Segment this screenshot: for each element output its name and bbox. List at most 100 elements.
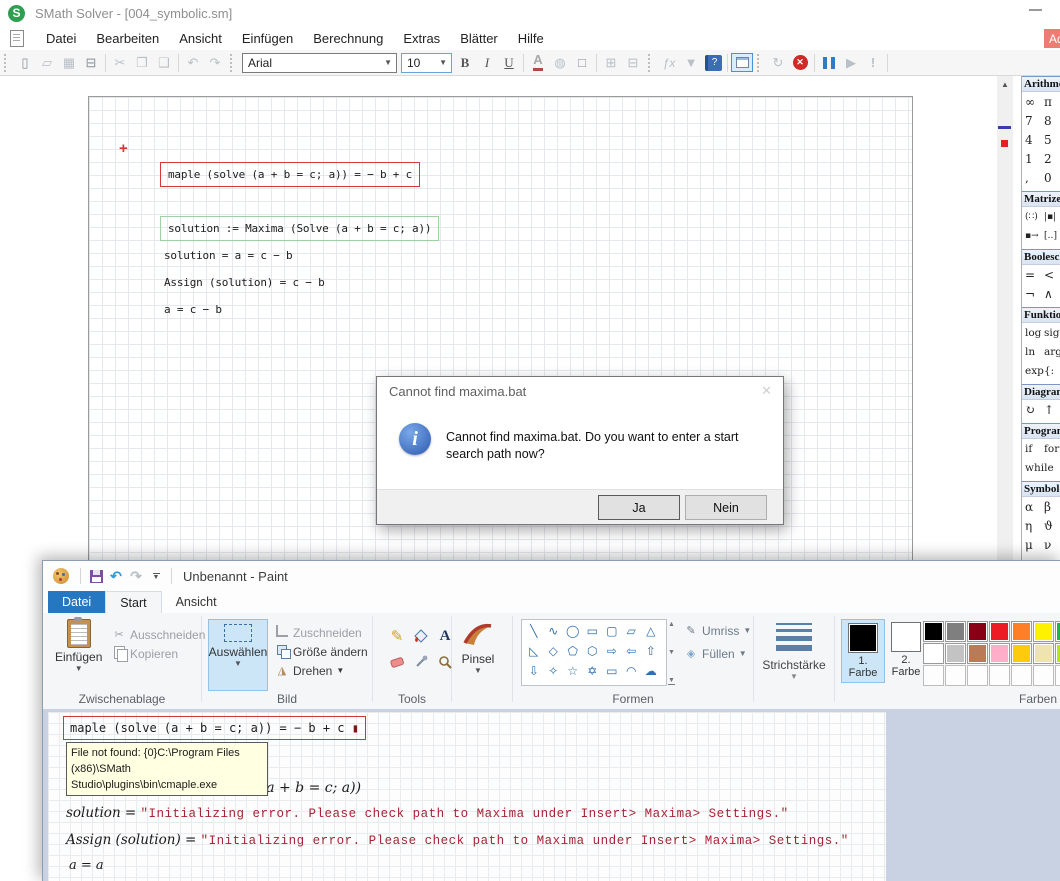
palette-item[interactable]: {: <box>1044 362 1060 381</box>
palette-item[interactable]: [‥] <box>1044 227 1060 246</box>
copy-button[interactable]: Kopieren <box>111 644 205 663</box>
resize-button[interactable]: Größe ändern <box>274 642 368 661</box>
reference-book-icon[interactable]: ? <box>705 55 722 71</box>
palette-section-header[interactable]: Programmierung <box>1022 423 1060 439</box>
palette-color[interactable] <box>1033 621 1054 642</box>
palette-color-empty[interactable] <box>1011 665 1032 686</box>
palette-color[interactable] <box>1055 643 1060 664</box>
shape-item[interactable]: ✡ <box>583 661 603 681</box>
palette-item[interactable]: ν <box>1044 536 1060 555</box>
formula-maple[interactable]: maple (solve (a + b = c; a)) = − b + c <box>160 162 420 187</box>
palette-item[interactable]: ∧ <box>1044 285 1060 304</box>
underline-button[interactable]: U <box>498 53 520 73</box>
pause-icon[interactable] <box>823 57 835 69</box>
palette-color-empty[interactable] <box>945 665 966 686</box>
fill-bucket-icon[interactable] <box>409 623 433 649</box>
redo-icon[interactable]: ↷ <box>204 53 226 73</box>
palette-item[interactable]: ▪→ <box>1025 227 1044 246</box>
shape-item[interactable]: ◠ <box>622 661 642 681</box>
palette-item[interactable]: μ <box>1025 536 1044 555</box>
shape-item[interactable]: ∿ <box>544 621 564 641</box>
shape-item[interactable]: ⇩ <box>524 661 544 681</box>
ad-badge[interactable]: Ad <box>1044 29 1060 48</box>
palette-color[interactable] <box>923 643 944 664</box>
palette-item[interactable]: |▪| <box>1044 208 1060 227</box>
formula-assign[interactable]: Assign (solution) = c − b <box>164 276 325 289</box>
shape-item[interactable]: ▭ <box>602 661 622 681</box>
menu-bearbeiten[interactable]: Bearbeiten <box>86 28 169 49</box>
font-family-select[interactable]: Arial ▼ <box>242 53 397 73</box>
shape-item[interactable]: ▱ <box>622 621 642 641</box>
scroll-up-icon[interactable]: ▲ <box>668 621 675 628</box>
bold-button[interactable]: B <box>454 53 476 73</box>
palette-color[interactable] <box>989 643 1010 664</box>
shape-item[interactable]: ╲ <box>524 621 544 641</box>
palette-color-empty[interactable] <box>923 665 944 686</box>
play-icon[interactable]: ▶ <box>840 53 862 73</box>
yes-button[interactable]: Ja <box>598 495 680 520</box>
palette-color[interactable] <box>989 621 1010 642</box>
open-file-icon[interactable]: ▱ <box>36 53 58 73</box>
palette-item[interactable]: 1 <box>1025 150 1044 169</box>
palette-color[interactable] <box>1011 643 1032 664</box>
undo-icon[interactable]: ↶ <box>106 566 126 586</box>
palette-color[interactable] <box>945 643 966 664</box>
align-vertical-icon[interactable]: ⊟ <box>622 53 644 73</box>
paint-canvas[interactable]: maple (solve (a + b = c; a)) = − b + c ▮… <box>48 712 886 881</box>
select-button[interactable]: Auswählen ▼ <box>208 619 268 691</box>
pencil-icon[interactable]: ✎ <box>385 623 409 649</box>
color1-button[interactable]: 1. Farbe <box>841 619 885 683</box>
undo-icon[interactable]: ↶ <box>182 53 204 73</box>
palette-item[interactable]: ln <box>1025 343 1044 362</box>
tab-ansicht[interactable]: Ansicht <box>162 591 231 613</box>
palette-item[interactable]: (∷) <box>1025 208 1044 227</box>
formula-solution-def[interactable]: solution := Maxima (Solve (a + b = c; a)… <box>160 216 439 241</box>
formula-a[interactable]: a = c − b <box>164 303 222 316</box>
palette-color-empty[interactable] <box>967 665 988 686</box>
palette-section-header[interactable]: Arithmetik <box>1022 76 1060 92</box>
minimize-icon[interactable] <box>1029 9 1042 11</box>
shape-item[interactable]: ☆ <box>563 661 583 681</box>
palette-color[interactable] <box>967 643 988 664</box>
palette-item[interactable]: α <box>1025 498 1044 517</box>
palette-section-header[interactable]: Boolesche <box>1022 249 1060 265</box>
crop-button[interactable]: Zuschneiden <box>274 623 368 642</box>
menu-datei[interactable]: Datei <box>36 28 86 49</box>
palette-item[interactable]: while <box>1025 459 1044 478</box>
palette-item[interactable]: ∞ <box>1025 93 1044 112</box>
border-icon[interactable]: □ <box>571 53 593 73</box>
palette-section-header[interactable]: Matrizen <box>1022 191 1060 207</box>
document-icon[interactable] <box>10 30 24 47</box>
outline-button[interactable]: ✎ Umriss ▼ <box>683 621 751 640</box>
menu-hilfe[interactable]: Hilfe <box>508 28 554 49</box>
shape-item[interactable]: ☁ <box>641 661 661 681</box>
palette-item[interactable]: for <box>1044 440 1060 459</box>
font-color-button[interactable]: A <box>533 54 542 71</box>
palette-item[interactable]: log <box>1025 324 1044 343</box>
menu-ansicht[interactable]: Ansicht <box>169 28 232 49</box>
palette-section-header[interactable]: Funktionen <box>1022 307 1060 323</box>
palette-item[interactable]: π <box>1044 93 1060 112</box>
palette-color[interactable] <box>967 621 988 642</box>
copy-icon[interactable]: ❐ <box>131 53 153 73</box>
italic-button[interactable]: I <box>476 53 498 73</box>
palette-item[interactable]: , <box>1025 169 1044 188</box>
palette-color-empty[interactable] <box>989 665 1010 686</box>
palette-color[interactable] <box>923 621 944 642</box>
palette-item[interactable]: 7 <box>1025 112 1044 131</box>
new-file-icon[interactable]: ▯ <box>14 53 36 73</box>
tab-start[interactable]: Start <box>105 591 161 613</box>
shape-item[interactable]: ◯ <box>563 621 583 641</box>
palette-item[interactable]: 0 <box>1044 169 1060 188</box>
palette-item[interactable]: < <box>1044 266 1060 285</box>
shape-item[interactable]: ▢ <box>602 621 622 641</box>
fill-button[interactable]: ◈ Füllen ▼ <box>683 644 751 663</box>
palette-item[interactable] <box>1044 459 1060 478</box>
palette-item[interactable]: arg <box>1044 343 1060 362</box>
eraser-icon[interactable] <box>385 649 409 675</box>
palette-item[interactable]: exp <box>1025 362 1044 381</box>
palette-color-empty[interactable] <box>1033 665 1054 686</box>
paste-icon[interactable]: ❑ <box>153 53 175 73</box>
filter-icon[interactable]: ▼ <box>680 53 702 73</box>
brush-button[interactable]: Pinsel ▼ <box>461 619 495 675</box>
